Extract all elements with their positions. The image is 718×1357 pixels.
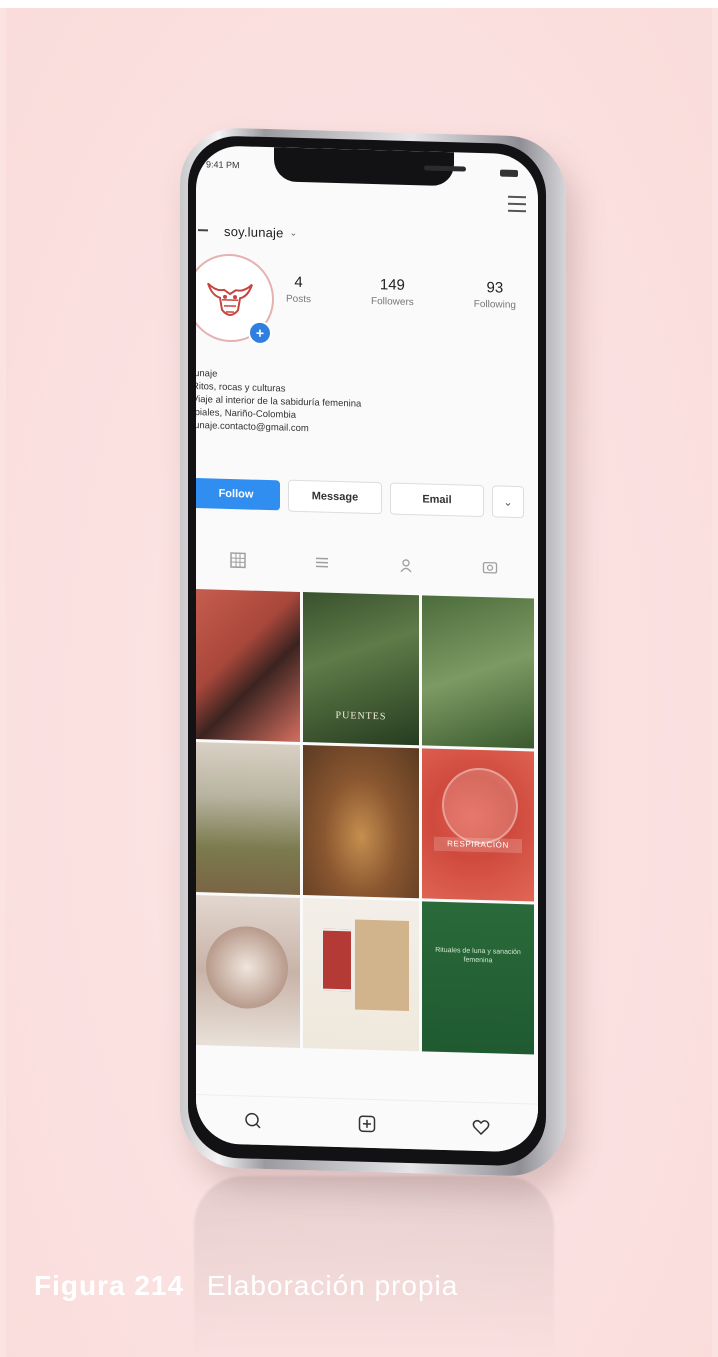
speaker xyxy=(424,165,466,172)
stat-followers[interactable]: 149 Followers xyxy=(371,276,414,308)
chevron-down-icon[interactable]: ⌄ xyxy=(290,227,298,238)
post-thumbnail[interactable] xyxy=(422,595,534,749)
phone-bezel: 9:41 PM soy.lunaje ⌄ + 4 Posts 149 Follo… xyxy=(188,134,546,1167)
parchment-card xyxy=(355,919,409,1012)
posts-grid: PUENTES RESPIRACIÓN Rituales de luna y s… xyxy=(196,589,536,1055)
phone-mockup: 9:41 PM soy.lunaje ⌄ + 4 Posts 149 Follo… xyxy=(180,126,566,1178)
stat-following[interactable]: 93 Following xyxy=(474,279,516,311)
profile-bio: lunaje Ritos, rocas y culturas Viaje al … xyxy=(196,367,432,439)
bull-logo-icon xyxy=(207,282,253,316)
add-post-icon[interactable] xyxy=(358,1115,376,1134)
follow-button[interactable]: Follow xyxy=(196,477,280,511)
battery-icon xyxy=(500,169,518,178)
menu-icon[interactable] xyxy=(508,195,526,213)
grid-icon[interactable] xyxy=(230,552,246,569)
bottom-navigation xyxy=(196,1094,538,1153)
post-thumbnail[interactable] xyxy=(303,745,419,899)
post-overlay-text: RESPIRACIÓN xyxy=(434,836,522,854)
figure-label: Figura 214 xyxy=(34,1270,185,1301)
post-overlay-text: Rituales de luna y sanación femenina xyxy=(435,946,521,965)
red-card xyxy=(321,928,353,992)
saved-photo-icon[interactable] xyxy=(482,559,498,575)
stat-posts[interactable]: 4 Posts xyxy=(286,274,311,305)
more-options-button[interactable]: ⌄ xyxy=(492,485,524,519)
top-white-border xyxy=(0,0,718,8)
background-stage: 9:41 PM soy.lunaje ⌄ + 4 Posts 149 Follo… xyxy=(6,8,712,1357)
username[interactable]: soy.lunaje xyxy=(224,223,284,240)
profile-actions: Follow Message Email ⌄ xyxy=(196,477,528,519)
tagged-user-icon[interactable] xyxy=(398,557,414,573)
post-thumbnail[interactable] xyxy=(196,742,300,895)
email-button[interactable]: Email xyxy=(390,482,484,518)
notch xyxy=(274,147,466,187)
message-button[interactable]: Message xyxy=(288,479,382,515)
heart-icon[interactable] xyxy=(472,1118,490,1137)
list-icon[interactable] xyxy=(314,554,330,570)
profile-stats: 4 Posts 149 Followers 93 Following xyxy=(286,274,516,311)
post-thumbnail[interactable] xyxy=(196,895,300,1048)
bull-emblem xyxy=(442,766,518,846)
phone-reflection xyxy=(194,1176,554,1356)
search-icon[interactable] xyxy=(244,1111,262,1130)
post-thumbnail[interactable]: Rituales de luna y sanación femenina xyxy=(422,901,534,1055)
status-time: 9:41 PM xyxy=(206,159,240,171)
dancer-medallion xyxy=(206,925,288,1010)
post-overlay-text: PUENTES xyxy=(335,709,387,723)
post-thumbnail[interactable] xyxy=(303,898,419,1052)
figure-caption: Figura 214 Elaboración propia xyxy=(34,1270,458,1302)
post-thumbnail[interactable] xyxy=(196,589,300,742)
post-thumbnail[interactable]: RESPIRACIÓN xyxy=(422,748,534,902)
profile-tabs xyxy=(196,539,532,588)
post-thumbnail[interactable]: PUENTES xyxy=(303,592,419,746)
add-story-plus-icon[interactable]: + xyxy=(248,320,272,346)
figure-text: Elaboración propia xyxy=(206,1270,459,1301)
profile-header: soy.lunaje ⌄ xyxy=(196,219,297,244)
back-icon[interactable] xyxy=(198,229,208,232)
phone-screen: 9:41 PM soy.lunaje ⌄ + 4 Posts 149 Follo… xyxy=(196,145,538,1153)
